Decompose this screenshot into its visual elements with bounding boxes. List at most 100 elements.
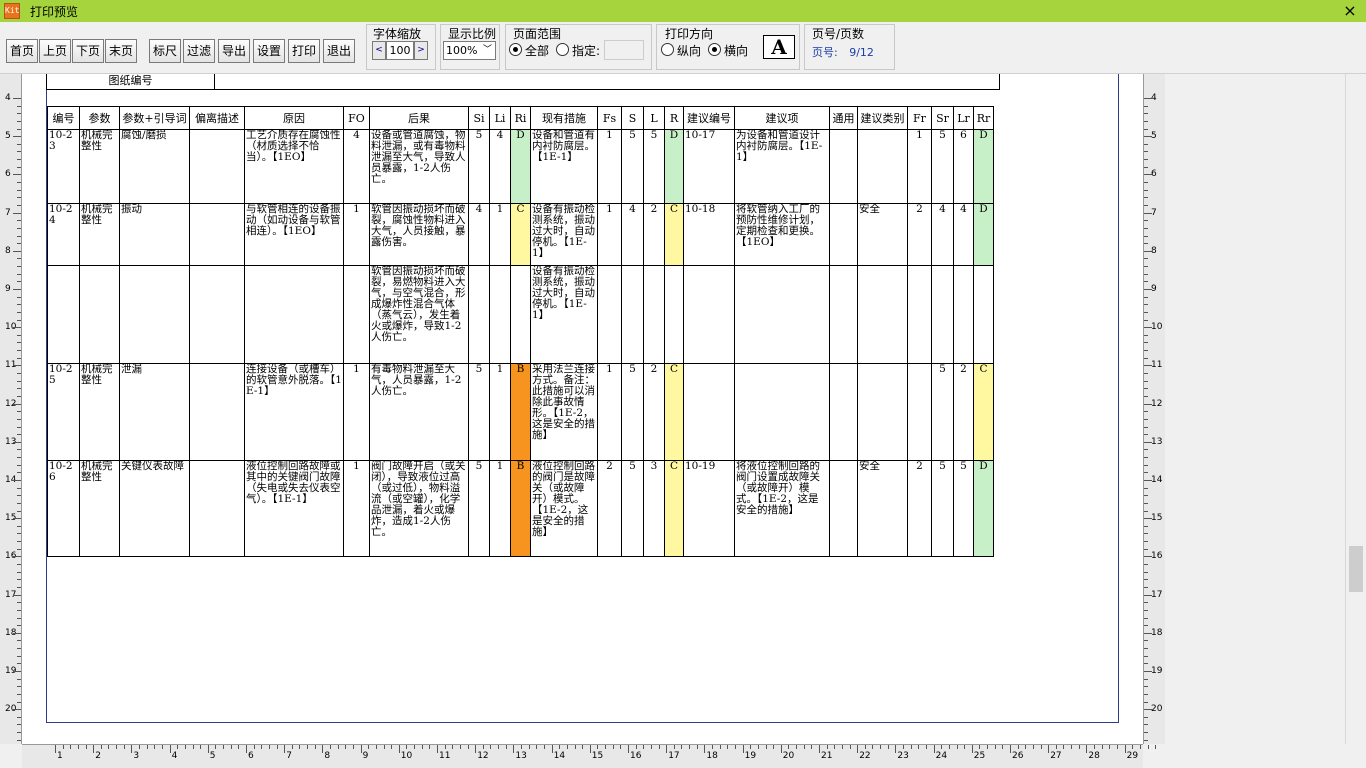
column-header: R: [664, 106, 684, 130]
ruler-tick: [17, 525, 21, 527]
ruler-number: 9: [362, 751, 369, 761]
ruler-number: 4: [5, 93, 11, 103]
ruler-tick: [17, 609, 21, 611]
ruler-tick: [1078, 745, 1080, 749]
print-preview-canvas[interactable]: 图纸编号 编号 参数 参数+引导词 偏离描述 原因 FO 后果 Si Li Ri 现有措施 Fs S L R…: [22, 74, 1143, 744]
close-button[interactable]: ×: [1340, 1, 1360, 21]
cell-param: 机械完整性: [79, 460, 120, 557]
ruler-tick: [17, 220, 21, 222]
ruler-number: 19: [1151, 666, 1163, 676]
ruler-button[interactable]: 标尺: [149, 39, 181, 63]
cell-s: 5: [621, 460, 644, 557]
print-button[interactable]: 打印: [288, 39, 320, 63]
landscape-radio[interactable]: [708, 43, 721, 56]
column-header: L: [643, 106, 665, 130]
table-row: 10-26 机械完整性 关键仪表故障 液位控制回路故障或其中的关键阀门故障（失电或失去…: [47, 460, 994, 557]
prev-page-button[interactable]: 上页: [39, 39, 71, 63]
font-scale-decrease[interactable]: <: [372, 41, 386, 60]
ruler-tick: [17, 342, 21, 344]
cell-sugno: [683, 363, 735, 461]
ruler-tick: [1109, 745, 1111, 749]
next-page-button[interactable]: 下页: [72, 39, 104, 63]
cell-dev: [189, 203, 245, 266]
cell-cat: [857, 265, 908, 364]
last-page-button[interactable]: 末页: [105, 39, 137, 63]
ruler-tick: [62, 745, 64, 749]
cell-ri: B: [510, 460, 531, 557]
page-range-all-radio[interactable]: [509, 43, 522, 56]
column-header: 建议编号: [683, 106, 735, 130]
cell-id: [47, 265, 80, 364]
exit-button[interactable]: 退出: [323, 39, 355, 63]
ruler-tick: [1144, 632, 1152, 634]
cell-sugno: [683, 265, 735, 364]
first-page-button[interactable]: 首页: [6, 39, 38, 63]
cell-id: 10-25: [47, 363, 80, 461]
cell-cause: 工艺介质存在腐蚀性（材质选择不恰当）。【1EO】: [244, 129, 344, 204]
ruler-tick: [17, 648, 21, 650]
ruler-tick: [17, 426, 21, 428]
ruler-tick: [1144, 609, 1148, 611]
ruler-number: 18: [1151, 627, 1163, 638]
column-header: 建议类别: [857, 106, 908, 130]
ruler-tick: [566, 745, 568, 749]
cell-measure: 设备和管道有内衬防腐层。【1E-1】: [530, 129, 598, 204]
ruler-tick: [268, 745, 270, 749]
cell-lr: 6: [953, 129, 974, 204]
ruler-tick: [1144, 243, 1148, 245]
ruler-tick: [1002, 745, 1004, 749]
ruler-tick: [1116, 745, 1118, 749]
scrollbar-thumb[interactable]: [1349, 546, 1363, 592]
cell-param: 机械完整性: [79, 203, 120, 266]
ruler-tick: [17, 602, 21, 604]
ruler-tick: [17, 197, 21, 199]
ruler-tick: [559, 745, 561, 749]
ruler-tick: [849, 745, 851, 749]
page-range-input[interactable]: [604, 40, 644, 60]
table-row: 10-25 机械完整性 泄漏 连接设备（或槽车）的软管意外脱落。【1E-1】 1 有毒物料…: [47, 363, 994, 461]
page-range-specify-radio[interactable]: [556, 43, 569, 56]
ruler-tick: [345, 745, 347, 749]
cell-gen: [829, 363, 858, 461]
ruler-tick: [1144, 548, 1148, 550]
ruler-tick: [17, 732, 21, 734]
ruler-tick: [17, 166, 21, 168]
ruler-tick: [17, 235, 21, 237]
portrait-radio[interactable]: [661, 43, 674, 56]
zoom-select[interactable]: 100% ﹀: [443, 41, 496, 60]
font-scale-increase[interactable]: >: [414, 41, 428, 60]
cell-cause: 液位控制回路故障或其中的关键阀门故障（失电或失去仪表空气）。【1E-1】: [244, 460, 344, 557]
column-header: Ri: [510, 106, 531, 130]
filter-button[interactable]: 过滤: [183, 39, 215, 63]
ruler-tick: [375, 745, 377, 749]
ruler-tick: [482, 745, 484, 749]
font-scale-input[interactable]: 100: [386, 41, 414, 60]
ruler-tick: [1144, 418, 1148, 420]
cell-si: 5: [468, 460, 490, 557]
ruler-tick: [368, 745, 370, 749]
ruler-tick: [13, 98, 21, 99]
cell-sugno: 10-19: [683, 460, 735, 557]
drawing-number-label: 图纸编号: [47, 74, 215, 89]
ruler-tick: [17, 128, 21, 130]
ruler-number: 16: [1151, 551, 1163, 562]
ruler-tick: [1144, 388, 1148, 390]
settings-button[interactable]: 设置: [253, 39, 285, 63]
cell-consequence: 设备或管道腐蚀，物料泄漏，或有毒物料泄漏至大气，导致人员暴露，1-2人伤亡。: [369, 129, 469, 204]
vertical-scrollbar[interactable]: [1345, 74, 1366, 744]
ruler-tick: [925, 745, 927, 749]
cell-rr: D: [973, 129, 994, 204]
ruler-tick: [17, 388, 21, 390]
ruler-tick: [123, 745, 125, 749]
cell-li: 1: [489, 363, 511, 461]
ruler-tick: [948, 745, 950, 749]
export-button[interactable]: 导出: [218, 39, 250, 63]
app-icon: Kit: [4, 3, 20, 19]
ruler-tick: [673, 745, 675, 749]
ruler-tick: [93, 745, 95, 753]
ruler-tick: [360, 745, 362, 753]
column-header: 现有措施: [530, 106, 598, 130]
ruler-tick: [108, 745, 110, 749]
ruler-tick: [1086, 745, 1088, 753]
cell-lr: 5: [953, 460, 974, 557]
